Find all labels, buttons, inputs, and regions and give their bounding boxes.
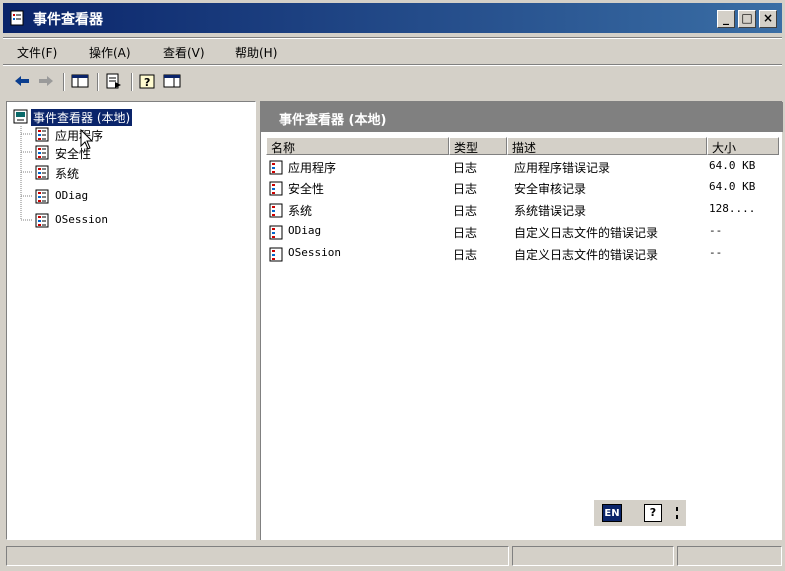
toolbar-separator — [97, 73, 99, 91]
status-cell-2 — [512, 546, 674, 566]
column-header-description[interactable]: 描述 — [507, 137, 707, 155]
show-hide-console-tree-icon[interactable] — [71, 73, 89, 89]
log-file-icon — [35, 127, 49, 142]
log-file-icon — [35, 189, 49, 204]
forward-arrow-icon[interactable] — [37, 73, 55, 89]
event-viewer-window: 事件查看器 _ □ × 文件(F) 操作(A) 查看(V) 帮助(H) ? 事件… — [0, 0, 785, 571]
maximize-button[interactable]: □ — [738, 10, 756, 28]
cell-size: 64.0 KB — [709, 180, 756, 193]
cell-name: 应用程序 — [288, 161, 337, 175]
svg-text:?: ? — [144, 76, 150, 89]
table-row[interactable]: ODiag 日志 自定义日志文件的错误记录 -- — [266, 222, 778, 242]
cell-name: OSession — [288, 246, 341, 259]
close-button[interactable]: × — [759, 10, 777, 28]
cell-size: 64.0 KB — [709, 159, 756, 172]
export-list-icon[interactable] — [105, 73, 123, 89]
minimize-button[interactable]: _ — [717, 10, 735, 28]
language-bar: EN ? — [594, 500, 686, 526]
language-help-icon[interactable]: ? — [644, 504, 662, 522]
cell-size: 128.... — [709, 202, 756, 215]
cell-type: 日志 — [453, 182, 478, 196]
column-header-size[interactable]: 大小 — [707, 137, 779, 155]
input-language-button[interactable]: EN — [602, 504, 622, 522]
window-title: 事件查看器 — [33, 12, 103, 28]
cell-description: 自定义日志文件的错误记录 — [514, 226, 659, 240]
tree-item-label: OSession — [55, 213, 108, 226]
table-row[interactable]: 系统 日志 系统错误记录 128.... — [266, 200, 778, 220]
cell-type: 日志 — [453, 204, 478, 218]
tree-item-label: 系统 — [55, 167, 80, 181]
log-file-icon — [269, 181, 283, 196]
cell-size: -- — [709, 224, 723, 237]
log-file-icon — [269, 247, 283, 262]
tree-root-label: 事件查看器 (本地) — [31, 109, 133, 126]
table-row[interactable]: 安全性 日志 安全审核记录 64.0 KB — [266, 178, 778, 198]
toolbar-separator — [131, 73, 133, 91]
help-icon[interactable]: ? — [139, 73, 157, 89]
menu-top-divider — [3, 37, 782, 39]
back-arrow-icon[interactable] — [13, 73, 31, 89]
toolbar: ? — [3, 66, 782, 96]
language-bar-options-icon[interactable] — [674, 506, 680, 520]
cell-description: 应用程序错误记录 — [514, 161, 611, 175]
menu-file[interactable]: 文件(F) — [17, 44, 57, 61]
cell-description: 系统错误记录 — [514, 204, 587, 218]
cell-name: ODiag — [288, 224, 322, 237]
mouse-cursor-icon — [80, 129, 94, 150]
details-pane[interactable]: 事件查看器 (本地) 名称 类型 描述 大小 应用程序 日志 应用程序错误记录 … — [260, 101, 783, 540]
console-tree[interactable]: 事件查看器 (本地) 应用程序 安全性 系统 ODiag OSession — [6, 101, 256, 540]
details-header-title: 事件查看器 (本地) — [279, 113, 387, 128]
tree-item-label: ODiag — [55, 189, 89, 202]
cell-description: 安全审核记录 — [514, 182, 587, 196]
log-file-icon — [269, 160, 283, 175]
log-file-icon — [35, 213, 49, 228]
cell-type: 日志 — [453, 161, 478, 175]
event-viewer-icon — [10, 10, 24, 26]
toolbar-separator — [63, 73, 65, 91]
cell-type: 日志 — [453, 248, 478, 262]
cell-type: 日志 — [453, 226, 478, 240]
menu-view[interactable]: 查看(V) — [163, 44, 205, 61]
column-header-name[interactable]: 名称 — [266, 137, 449, 155]
log-file-icon — [269, 225, 283, 240]
log-file-icon — [269, 203, 283, 218]
status-bar — [3, 543, 782, 567]
table-row[interactable]: 应用程序 日志 应用程序错误记录 64.0 KB — [266, 157, 778, 177]
title-bar[interactable]: 事件查看器 _ □ × — [3, 3, 782, 33]
menu-help[interactable]: 帮助(H) — [235, 44, 277, 61]
computer-icon — [13, 109, 28, 124]
details-header: 事件查看器 (本地) — [261, 102, 783, 132]
show-hide-action-pane-icon[interactable] — [163, 73, 181, 89]
table-row[interactable]: OSession 日志 自定义日志文件的错误记录 -- — [266, 244, 778, 264]
tree-item-label: 应用程序 — [55, 129, 104, 143]
menu-action[interactable]: 操作(A) — [89, 44, 131, 61]
cell-description: 自定义日志文件的错误记录 — [514, 248, 659, 262]
status-cell-3 — [677, 546, 782, 566]
status-cell-main — [6, 546, 509, 566]
column-header-type[interactable]: 类型 — [449, 137, 507, 155]
log-file-icon — [35, 145, 49, 160]
cell-name: 系统 — [288, 204, 313, 218]
cell-name: 安全性 — [288, 182, 325, 196]
log-file-icon — [35, 165, 49, 180]
cell-size: -- — [709, 246, 723, 259]
